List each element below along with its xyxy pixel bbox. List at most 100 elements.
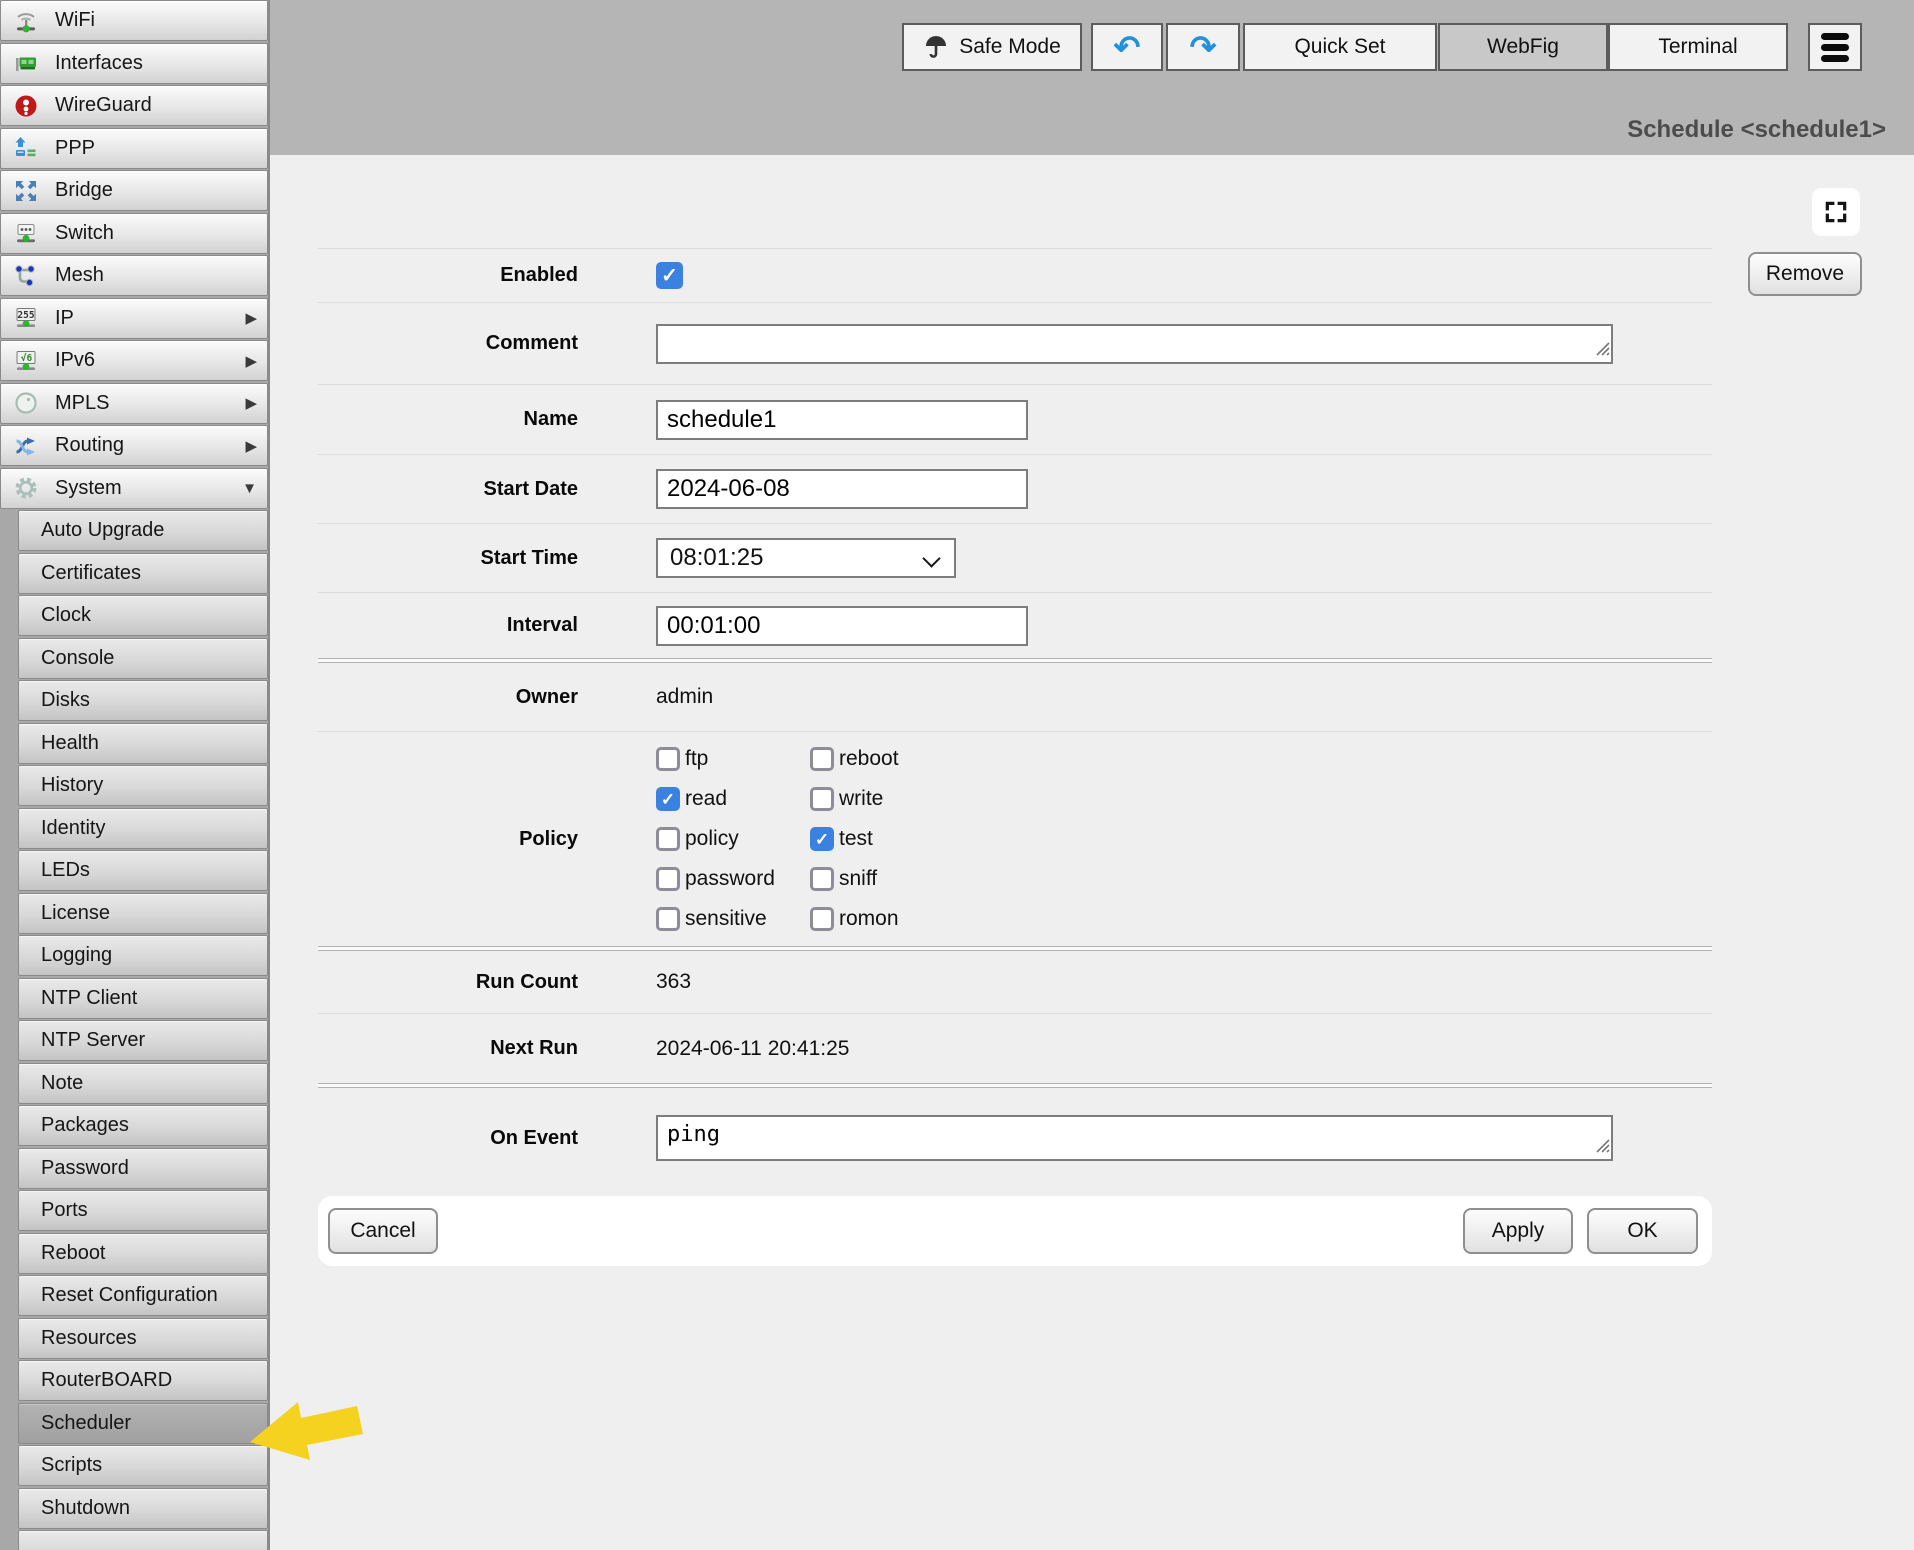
sidebar-subitem-health[interactable]: Health bbox=[18, 723, 268, 764]
sidebar-subitem-auto-upgrade[interactable]: Auto Upgrade bbox=[18, 510, 268, 551]
sidebar-subitem-license[interactable]: License bbox=[18, 893, 268, 934]
cancel-button[interactable]: Cancel bbox=[328, 1208, 438, 1254]
sidebar-subitem-disks[interactable]: Disks bbox=[18, 680, 268, 721]
start-time-select[interactable]: 08:01:25 bbox=[656, 538, 956, 578]
interfaces-icon bbox=[9, 50, 43, 76]
sidebar-item-wireguard[interactable]: WireGuard bbox=[0, 85, 268, 126]
interval-input[interactable] bbox=[656, 606, 1028, 646]
sidebar-item-label: PPP bbox=[55, 137, 95, 160]
sidebar-item-switch[interactable]: Switch bbox=[0, 213, 268, 254]
policy-checkbox-policy[interactable] bbox=[656, 827, 680, 851]
tab-webfig[interactable]: WebFig bbox=[1438, 23, 1608, 71]
ok-button[interactable]: OK bbox=[1587, 1208, 1698, 1254]
chevron-down-icon bbox=[922, 549, 940, 567]
sidebar-subitem-ntp-server[interactable]: NTP Server bbox=[18, 1020, 268, 1061]
policy-checkbox-read[interactable]: ✓ bbox=[656, 787, 680, 811]
safe-mode-button[interactable]: Safe Mode bbox=[902, 23, 1082, 71]
name-input[interactable] bbox=[656, 400, 1028, 440]
sidebar-subitem-reboot[interactable]: Reboot bbox=[18, 1233, 268, 1274]
chevron-right-icon: ▶ bbox=[245, 394, 257, 412]
sidebar-item-wifi[interactable]: WiFi bbox=[0, 0, 268, 41]
sidebar-item-system[interactable]: System ▼ bbox=[0, 468, 268, 509]
policy-checkbox-write[interactable] bbox=[810, 787, 834, 811]
tab-terminal[interactable]: Terminal bbox=[1608, 23, 1788, 71]
schedule-form: Enabled ✓ Comment Name Start Date Start … bbox=[318, 248, 1712, 1266]
policy-option-label: reboot bbox=[839, 747, 899, 771]
sidebar-item-label: System bbox=[55, 477, 122, 500]
remove-button[interactable]: Remove bbox=[1748, 252, 1862, 296]
ppp-icon bbox=[9, 135, 43, 161]
system-submenu: Auto UpgradeCertificatesClockConsoleDisk… bbox=[0, 510, 268, 1550]
sidebar-subitem-clock[interactable]: Clock bbox=[18, 595, 268, 636]
sidebar-subitem-note[interactable]: Note bbox=[18, 1063, 268, 1104]
sidebar-subitem-reset-configuration[interactable]: Reset Configuration bbox=[18, 1275, 268, 1316]
sidebar-item-mpls[interactable]: MPLS▶ bbox=[0, 383, 268, 424]
run-count-label: Run Count bbox=[318, 971, 578, 994]
policy-option-sensitive: sensitive bbox=[656, 907, 810, 931]
sidebar-item-label: WiFi bbox=[55, 9, 95, 32]
sidebar-subitem-cut-off[interactable] bbox=[18, 1530, 268, 1550]
policy-checkbox-sensitive[interactable] bbox=[656, 907, 680, 931]
policy-checkbox-ftp[interactable] bbox=[656, 747, 680, 771]
sidebar-subitem-ports[interactable]: Ports bbox=[18, 1190, 268, 1231]
chevron-down-icon: ▼ bbox=[242, 480, 257, 497]
sidebar-item-ppp[interactable]: PPP bbox=[0, 128, 268, 169]
sidebar-subitem-ntp-client[interactable]: NTP Client bbox=[18, 978, 268, 1019]
redo-button[interactable]: ↷ bbox=[1166, 23, 1240, 71]
sidebar-subitem-scripts[interactable]: Scripts bbox=[18, 1445, 268, 1486]
sidebar-subitem-shutdown[interactable]: Shutdown bbox=[18, 1488, 268, 1529]
sidebar-item-interfaces[interactable]: Interfaces bbox=[0, 43, 268, 84]
policy-checkbox-reboot[interactable] bbox=[810, 747, 834, 771]
enabled-row: Enabled ✓ bbox=[318, 248, 1712, 302]
sidebar-subitem-password[interactable]: Password bbox=[18, 1148, 268, 1189]
sidebar-item-routing[interactable]: Routing▶ bbox=[0, 425, 268, 466]
on-event-label: On Event bbox=[318, 1127, 578, 1150]
sidebar-item-ip[interactable]: 255IP▶ bbox=[0, 298, 268, 339]
next-run-row: Next Run 2024-06-11 20:41:25 bbox=[318, 1013, 1712, 1083]
sidebar-subitem-leds[interactable]: LEDs bbox=[18, 850, 268, 891]
on-event-input[interactable]: ping bbox=[656, 1115, 1613, 1161]
policy-checkbox-password[interactable] bbox=[656, 867, 680, 891]
apply-button[interactable]: Apply bbox=[1463, 1208, 1573, 1254]
owner-value: admin bbox=[656, 685, 713, 709]
tab-quick-set[interactable]: Quick Set bbox=[1243, 23, 1437, 71]
safe-mode-label: Safe Mode bbox=[959, 35, 1061, 59]
sidebar-item-label: WireGuard bbox=[55, 94, 152, 117]
start-date-input[interactable] bbox=[656, 469, 1028, 509]
undo-button[interactable]: ↶ bbox=[1091, 23, 1163, 71]
fullscreen-icon bbox=[1823, 199, 1849, 225]
enabled-checkbox[interactable]: ✓ bbox=[656, 262, 683, 289]
sidebar-subitem-logging[interactable]: Logging bbox=[18, 935, 268, 976]
sidebar: WiFi Interfaces WireGuard PPP BridgeSwitch Me… bbox=[0, 0, 270, 1550]
sidebar-item-ipv6[interactable]: √6IPv6▶ bbox=[0, 340, 268, 381]
policy-option-test: ✓test bbox=[810, 827, 899, 851]
sidebar-subitem-packages[interactable]: Packages bbox=[18, 1105, 268, 1146]
policy-checkbox-romon[interactable] bbox=[810, 907, 834, 931]
svg-text:√6: √6 bbox=[21, 353, 33, 364]
undo-icon: ↶ bbox=[1114, 31, 1141, 63]
policy-option-label: sensitive bbox=[685, 907, 767, 931]
sidebar-item-bridge[interactable]: Bridge bbox=[0, 170, 268, 211]
policy-row: Policy ftpreboot✓readwritepolicy✓testpas… bbox=[318, 731, 1712, 946]
sidebar-subitem-scheduler[interactable]: Scheduler bbox=[18, 1403, 268, 1444]
fullscreen-button[interactable] bbox=[1812, 188, 1860, 236]
on-event-row: On Event ping bbox=[318, 1088, 1712, 1188]
action-bar: Cancel Apply OK bbox=[318, 1196, 1712, 1266]
wireguard-icon bbox=[9, 93, 43, 119]
policy-checkbox-sniff[interactable] bbox=[810, 867, 834, 891]
sidebar-subitem-history[interactable]: History bbox=[18, 765, 268, 806]
policy-checkbox-test[interactable]: ✓ bbox=[810, 827, 834, 851]
sidebar-subitem-console[interactable]: Console bbox=[18, 638, 268, 679]
sidebar-subitem-identity[interactable]: Identity bbox=[18, 808, 268, 849]
policy-option-romon: romon bbox=[810, 907, 899, 931]
sidebar-item-mesh[interactable]: Mesh bbox=[0, 255, 268, 296]
sidebar-subitem-resources[interactable]: Resources bbox=[18, 1318, 268, 1359]
sidebar-item-label: Mesh bbox=[55, 264, 104, 287]
policy-option-label: read bbox=[685, 787, 727, 811]
sidebar-subitem-routerboard[interactable]: RouterBOARD bbox=[18, 1360, 268, 1401]
comment-input[interactable] bbox=[656, 324, 1613, 364]
menu-button[interactable] bbox=[1808, 23, 1862, 71]
umbrella-icon bbox=[923, 34, 949, 60]
sidebar-subitem-certificates[interactable]: Certificates bbox=[18, 553, 268, 594]
comment-row: Comment bbox=[318, 302, 1712, 384]
